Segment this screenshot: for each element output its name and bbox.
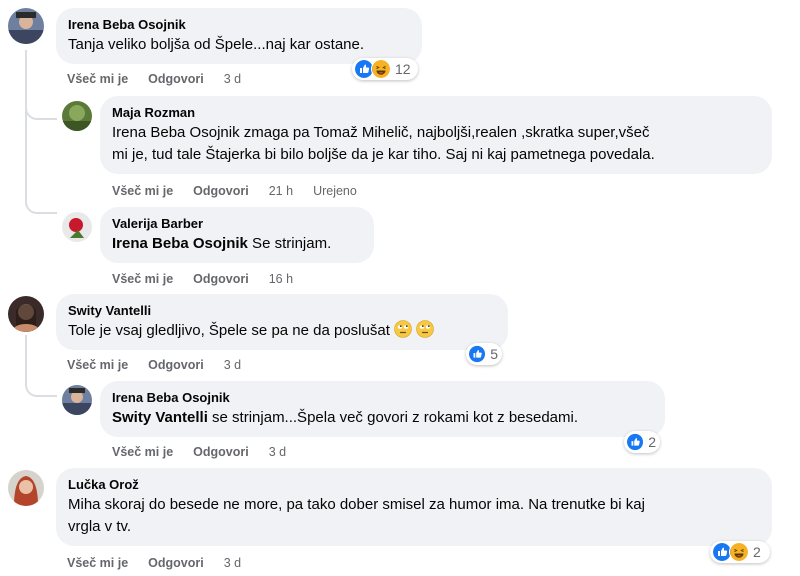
comment-text: Swity Vantelli se strinjam...Špela več g… — [112, 407, 653, 429]
timestamp[interactable]: 3 d — [224, 358, 241, 372]
comment-bubble: Irena Beba Osojnik Tanja veliko boljša o… — [56, 8, 422, 64]
comment-author[interactable]: Lučka Orož — [68, 476, 760, 493]
like-button[interactable]: Všeč mi je — [67, 556, 128, 570]
avatar[interactable] — [62, 385, 92, 415]
comment-author[interactable]: Maja Rozman — [112, 104, 760, 121]
comment-text-line: mi je, tud tale Štajerka bi bilo boljše … — [112, 146, 655, 163]
like-icon — [626, 432, 645, 452]
comment-author[interactable]: Irena Beba Osojnik — [68, 16, 410, 33]
comment-bubble: Irena Beba Osojnik Swity Vantelli se str… — [100, 381, 665, 437]
like-button[interactable]: Všeč mi je — [67, 72, 128, 86]
comment-text-body: Se strinjam. — [247, 235, 332, 252]
reaction-summary[interactable]: 12 — [352, 58, 418, 80]
comment-bubble: Swity Vantelli Tole je vsaj gledljivo, Š… — [56, 294, 508, 350]
comment-text: Tole je vsaj gledljivo, Špele se pa ne d… — [68, 320, 496, 342]
comment-actions: Všeč mi je Odgovori 3 d — [112, 444, 306, 460]
timestamp[interactable]: 16 h — [269, 272, 293, 286]
mention-link[interactable]: Swity Vantelli — [112, 409, 208, 426]
timestamp[interactable]: 3 d — [269, 445, 286, 459]
reply-button[interactable]: Odgovori — [148, 358, 204, 372]
timestamp[interactable]: 3 d — [224, 72, 241, 86]
comment-author[interactable]: Swity Vantelli — [68, 302, 496, 319]
reaction-summary[interactable]: 2 — [710, 541, 770, 563]
comment-text: Miha skoraj do besede ne more, pa tako d… — [68, 494, 760, 538]
like-button[interactable]: Všeč mi je — [112, 272, 173, 286]
like-button[interactable]: Všeč mi je — [112, 184, 173, 198]
reply-button[interactable]: Odgovori — [193, 272, 249, 286]
comment-actions: Všeč mi je Odgovori 21 h Urejeno — [112, 183, 377, 199]
reaction-count: 2 — [648, 434, 656, 450]
comment-text: Irena Beba Osojnik Se strinjam. — [112, 233, 362, 255]
comment-author[interactable]: Irena Beba Osojnik — [112, 389, 653, 406]
thread-connector — [25, 335, 57, 397]
reaction-count: 5 — [490, 346, 498, 362]
reply-button[interactable]: Odgovori — [148, 72, 204, 86]
eye-roll-emoji-icon — [394, 320, 412, 338]
edited-label: Urejeno — [313, 184, 357, 198]
like-button[interactable]: Všeč mi je — [112, 445, 173, 459]
thread-connector — [25, 100, 57, 120]
thread-connector — [25, 190, 57, 214]
eye-roll-emoji-icon — [416, 320, 434, 338]
avatar[interactable] — [62, 212, 92, 242]
comment-bubble: Maja Rozman Irena Beba Osojnik zmaga pa … — [100, 96, 772, 174]
timestamp[interactable]: 21 h — [269, 184, 293, 198]
comment-text: Irena Beba Osojnik zmaga pa Tomaž Miheli… — [112, 122, 760, 166]
thread-line — [25, 50, 27, 190]
comment-bubble: Lučka Orož Miha skoraj do besede ne more… — [56, 468, 772, 546]
comment-author[interactable]: Valerija Barber — [112, 215, 362, 232]
reaction-count: 12 — [395, 61, 411, 77]
like-button[interactable]: Všeč mi je — [67, 358, 128, 372]
haha-icon — [371, 59, 391, 79]
avatar[interactable] — [8, 296, 44, 332]
haha-icon — [729, 542, 749, 562]
mention-link[interactable]: Irena Beba Osojnik — [112, 235, 248, 252]
comment-actions: Všeč mi je Odgovori 3 d — [67, 555, 261, 571]
avatar[interactable] — [62, 101, 92, 131]
reply-button[interactable]: Odgovori — [193, 445, 249, 459]
comment-actions: Všeč mi je Odgovori 16 h — [112, 271, 313, 287]
avatar[interactable] — [8, 8, 44, 44]
comment-actions: Všeč mi je Odgovori 3 d — [67, 71, 261, 87]
comment-text-body: se strinjam...Špela več govori z rokami … — [207, 409, 579, 426]
timestamp[interactable]: 3 d — [224, 556, 241, 570]
comment-actions: Všeč mi je Odgovori 3 d — [67, 357, 261, 373]
reply-button[interactable]: Odgovori — [148, 556, 204, 570]
comment-text: Tanja veliko boljša od Špele...naj kar o… — [68, 36, 365, 53]
reaction-summary[interactable]: 5 — [466, 343, 502, 365]
comment-text-body: Tole je vsaj gledljivo, Špele se pa ne d… — [68, 322, 390, 339]
comment-text-line: Miha skoraj do besede ne more, pa tako d… — [68, 496, 645, 513]
avatar[interactable] — [8, 470, 44, 506]
comment-text-line: Irena Beba Osojnik zmaga pa Tomaž Miheli… — [112, 124, 650, 141]
like-icon — [468, 344, 487, 364]
reaction-summary[interactable]: 2 — [624, 431, 660, 453]
reaction-count: 2 — [753, 544, 761, 560]
comment-text-line: vrgla v tv. — [68, 518, 132, 535]
comment-bubble: Valerija Barber Irena Beba Osojnik Se st… — [100, 207, 374, 263]
reply-button[interactable]: Odgovori — [193, 184, 249, 198]
